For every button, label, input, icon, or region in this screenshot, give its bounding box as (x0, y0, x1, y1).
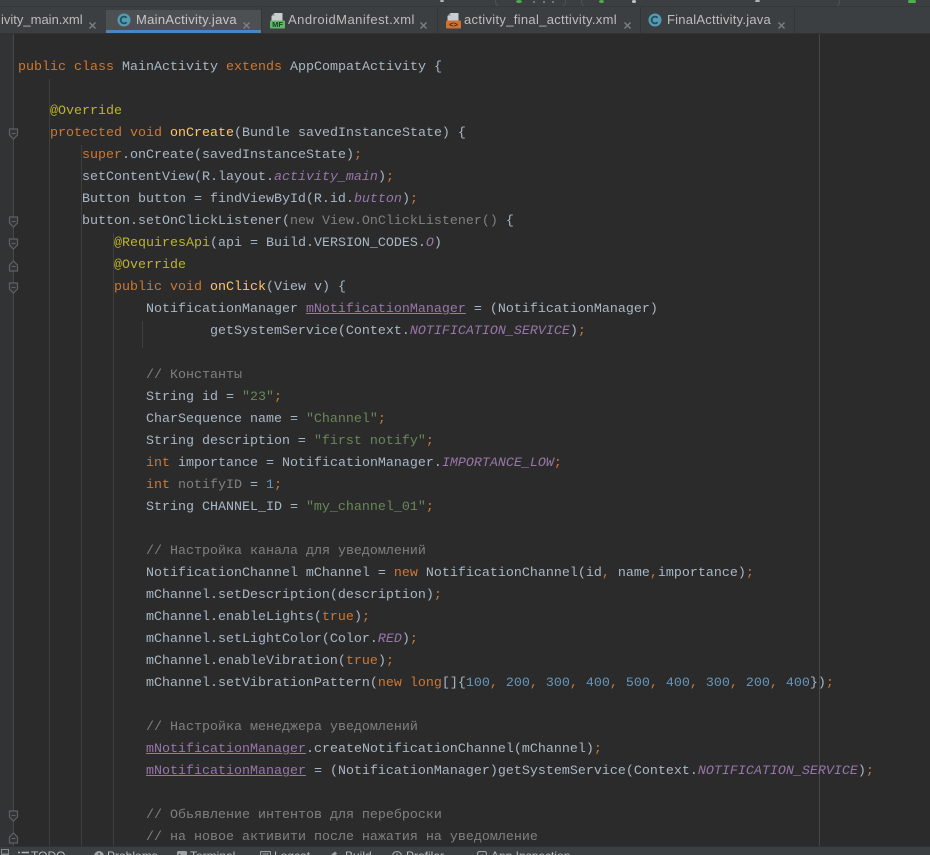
svg-text:<>: <> (449, 20, 458, 29)
svg-text:MF: MF (272, 20, 283, 29)
